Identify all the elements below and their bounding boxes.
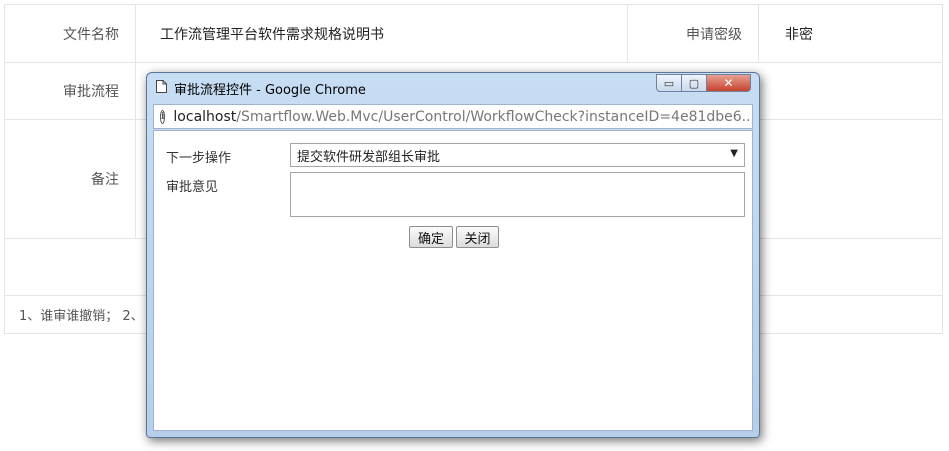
remarks-label: 备注	[4, 119, 136, 239]
next-step-selected-value: 提交软件研发部组长审批	[297, 149, 441, 165]
maximize-button[interactable]: ▢	[682, 74, 707, 92]
approval-popup-window[interactable]: 审批流程控件 - Google Chrome ▭ ▢ ✕ i localhost…	[146, 72, 760, 438]
popup-titlebar[interactable]: 审批流程控件 - Google Chrome ▭ ▢ ✕	[147, 73, 759, 101]
close-window-button[interactable]: ✕	[707, 74, 751, 92]
dropdown-arrow-icon: ▼	[730, 148, 738, 159]
address-host: localhost	[173, 108, 237, 125]
info-icon[interactable]: i	[160, 109, 166, 124]
security-level-value: 非密	[758, 4, 943, 63]
security-level-label: 申请密级	[627, 4, 759, 63]
next-step-select[interactable]: 提交软件研发部组长审批 ▼	[290, 143, 745, 167]
window-controls: ▭ ▢ ✕	[656, 74, 751, 92]
popup-content: 下一步操作 提交软件研发部组长审批 ▼ 审批意见 确定 关闭	[153, 130, 753, 431]
popup-title: 审批流程控件 - Google Chrome	[174, 83, 366, 98]
minimize-button[interactable]: ▭	[656, 74, 682, 92]
opinion-textarea[interactable]	[290, 172, 745, 217]
address-path: /Smartflow.Web.Mvc/UserControl/WorkflowC…	[236, 108, 753, 125]
ok-button[interactable]: 确定	[409, 226, 453, 248]
next-step-label: 下一步操作	[166, 151, 232, 166]
close-button[interactable]: 关闭	[456, 226, 499, 248]
opinion-label: 审批意见	[166, 180, 219, 195]
file-name-value: 工作流管理平台软件需求规格说明书	[135, 4, 628, 63]
page-icon	[156, 80, 167, 93]
approval-flow-label: 审批流程	[4, 62, 136, 120]
file-name-label: 文件名称	[4, 4, 136, 63]
address-bar[interactable]: i localhost/Smartflow.Web.Mvc/UserContro…	[153, 104, 753, 129]
